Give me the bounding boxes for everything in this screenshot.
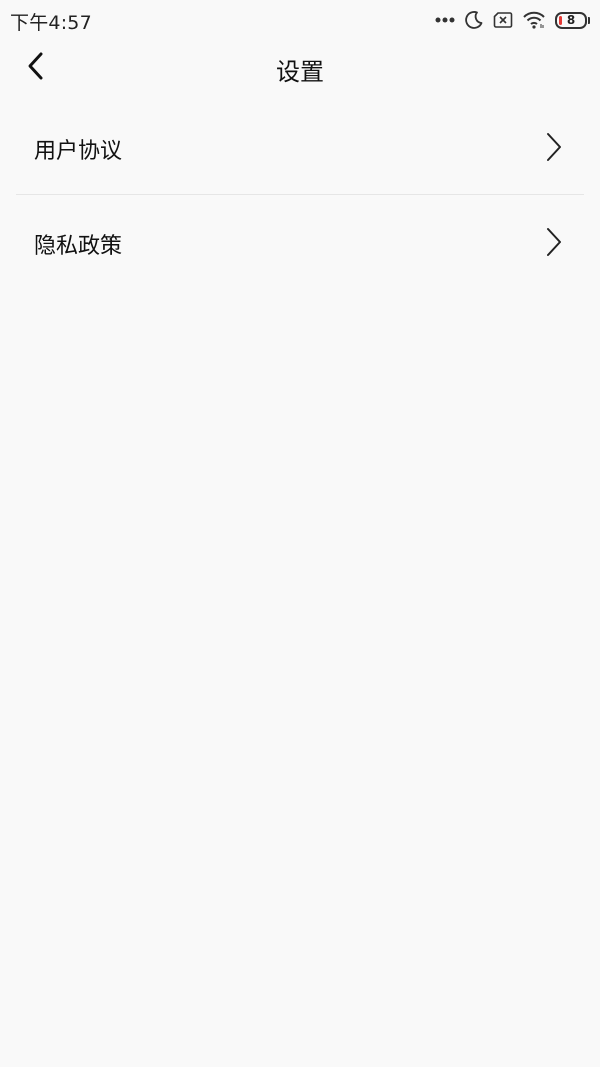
status-bar: 下午4:57 8 <box>0 0 600 40</box>
settings-item-label: 用户协议 <box>34 139 123 164</box>
battery-icon: 8 <box>555 11 590 29</box>
wifi-icon <box>522 10 546 30</box>
page-title: 设置 <box>276 58 324 86</box>
chevron-right-icon <box>544 226 564 258</box>
sim-none-icon <box>493 11 513 29</box>
battery-body: 8 <box>555 11 587 29</box>
chevron-right-icon <box>544 131 564 163</box>
moon-icon <box>464 10 484 30</box>
more-dots-icon <box>435 17 455 23</box>
status-time: 下午4:57 <box>10 12 92 34</box>
title-bar: 设置 <box>0 40 600 96</box>
settings-item-label: 隐私政策 <box>34 234 123 259</box>
settings-list: 用户协议 隐私政策 <box>0 100 600 289</box>
battery-level: 8 <box>566 12 576 27</box>
status-icons: 8 <box>435 8 590 32</box>
settings-item-privacy-policy[interactable]: 隐私政策 <box>0 195 600 289</box>
battery-fill <box>559 15 562 25</box>
battery-cap <box>588 16 590 24</box>
settings-item-user-agreement[interactable]: 用户协议 <box>0 100 600 194</box>
